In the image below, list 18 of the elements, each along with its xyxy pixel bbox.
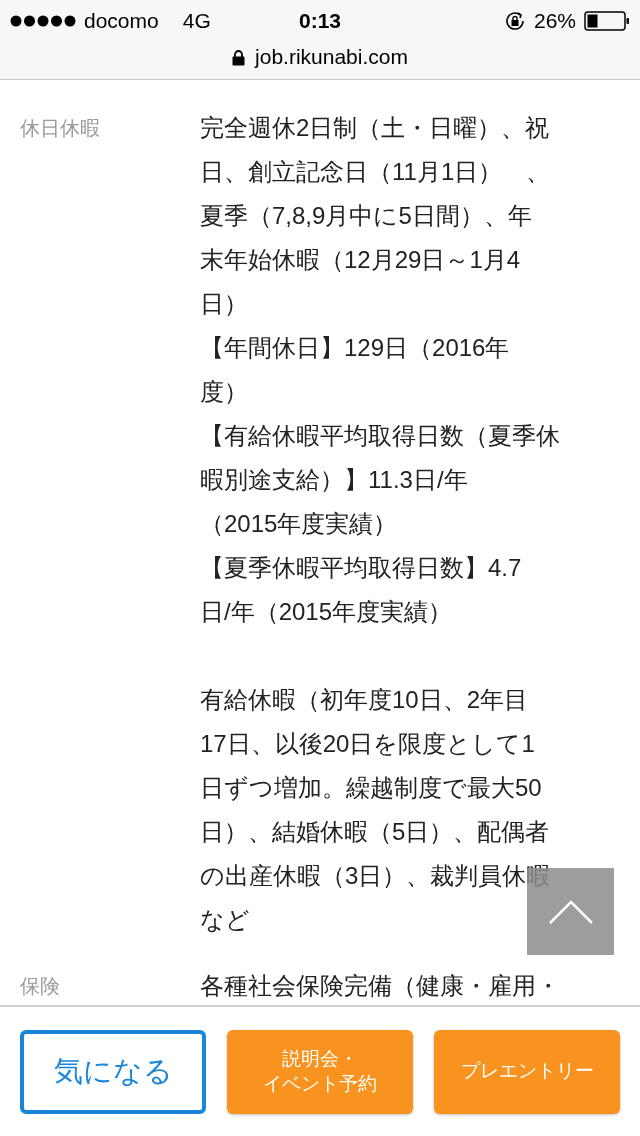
action-button[interactable]: 説明会・ イベント予約 xyxy=(227,1029,413,1114)
battery-icon xyxy=(584,11,630,31)
rotation-lock-icon xyxy=(503,10,526,32)
action-button[interactable]: プレエントリー xyxy=(434,1029,620,1114)
lock-icon xyxy=(232,48,246,66)
clock-time: 0:13 xyxy=(299,9,341,33)
field-label: 休日休暇 xyxy=(19,116,101,141)
signal-icon xyxy=(10,15,76,27)
battery-percent: 26% xyxy=(533,9,576,33)
url-text[interactable]: job.rikunabi.com xyxy=(255,45,408,69)
chevron-up-icon xyxy=(547,898,594,925)
field-value: 有給休暇（初年度10日、2年目 17日、以後20日を限度として1 日ずつ増加。繰越制度で最大50 日）、結婚休暇（5日）、配偶者 の出産休暇（3日）、裁判員休暇 など xyxy=(200,685,551,935)
field-value: 完全週休2日制（土・日曜）、祝 日、創立記念日（11月1日） 、 夏季（7,8,9月中に5日間）、年 末年始休暇（12月29日～1月4 日） 【年間休日】129日（2016年 度） 【有給休暇平均取得日数（夏季休 暇別途支給）】11.3日/年 （2015年度実績） 【夏季休暇平均取得日数】4.7 日/年（2015年度実績） xyxy=(200,113,560,627)
carrier-name: docomo xyxy=(84,9,159,33)
action-button[interactable]: 気になる xyxy=(20,1029,206,1114)
field-value: 各種社会保険完備（健康・雇用・ xyxy=(200,971,560,1001)
field-label: 保険 xyxy=(19,974,61,999)
network-type: 4G xyxy=(182,9,211,33)
